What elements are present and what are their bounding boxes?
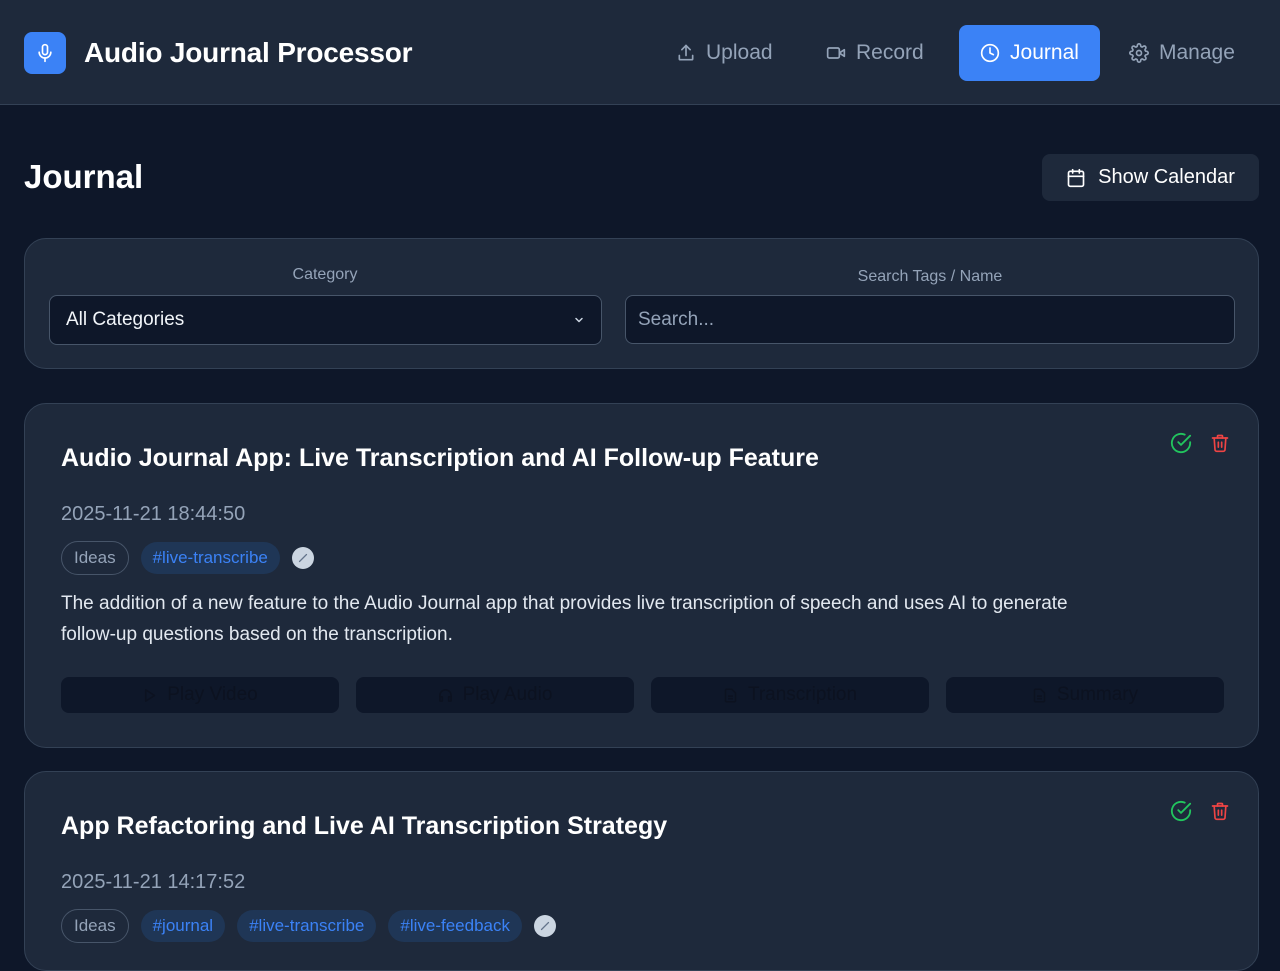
trash-icon	[1211, 434, 1229, 453]
gear-icon	[1129, 43, 1149, 63]
summary-label: Summary	[1056, 684, 1139, 705]
journal-entry-card: App Refactoring and Live AI Transcriptio…	[24, 771, 1259, 971]
category-select-value: All Categories	[66, 309, 185, 330]
pencil-icon	[540, 921, 550, 931]
edit-tags-button[interactable]	[533, 915, 556, 937]
document-icon	[1033, 687, 1046, 703]
nav-manage[interactable]: Manage	[1115, 25, 1249, 81]
nav-upload-label: Upload	[706, 41, 773, 64]
entry-tags: Ideas #journal #live-transcribe #live-fe…	[61, 909, 556, 943]
pencil-icon	[298, 553, 307, 563]
check-circle-icon	[1170, 800, 1192, 822]
tag-chip[interactable]: #live-feedback	[388, 910, 522, 942]
category-badge: Ideas	[61, 541, 129, 575]
play-video-label: Play Video	[167, 684, 258, 705]
entry-date: 2025-11-21 14:17:52	[61, 871, 246, 893]
mark-done-button[interactable]	[1170, 800, 1192, 822]
transcription-button[interactable]: Transcription	[651, 677, 929, 713]
category-select[interactable]: All Categories	[49, 295, 602, 345]
document-icon	[724, 687, 737, 703]
show-calendar-label: Show Calendar	[1098, 166, 1235, 188]
transcription-label: Transcription	[747, 684, 858, 705]
nav-journal-label: Journal	[1010, 41, 1079, 64]
nav-record-label: Record	[856, 41, 924, 64]
entry-actions: Play Video Play Audio Transcription Summ…	[61, 677, 1224, 713]
play-audio-button[interactable]: Play Audio	[356, 677, 634, 713]
category-badge: Ideas	[61, 909, 129, 943]
tag-chip[interactable]: #live-transcribe	[140, 542, 280, 574]
microphone-icon	[38, 43, 52, 63]
tag-chip[interactable]: #journal	[140, 910, 226, 942]
mark-done-button[interactable]	[1170, 432, 1192, 454]
entry-date: 2025-11-21 18:44:50	[61, 503, 246, 525]
entry-controls	[1170, 800, 1230, 822]
play-icon	[145, 688, 156, 702]
search-input[interactable]	[625, 295, 1235, 344]
summary-button[interactable]: Summary	[946, 677, 1224, 713]
tag-chip[interactable]: #live-transcribe	[237, 910, 377, 942]
entry-description: The addition of a new feature to the Aud…	[61, 593, 1068, 645]
play-video-button[interactable]: Play Video	[61, 677, 339, 713]
entry-controls	[1170, 432, 1230, 454]
trash-icon	[1211, 802, 1229, 821]
filter-panel: Category Search Tags / Name All Categori…	[24, 238, 1259, 369]
delete-entry-button[interactable]	[1210, 432, 1230, 454]
nav-manage-label: Manage	[1159, 41, 1235, 64]
calendar-icon	[1067, 168, 1085, 187]
play-audio-label: Play Audio	[462, 684, 553, 705]
video-camera-icon	[826, 47, 846, 59]
entry-title: App Refactoring and Live AI Transcriptio…	[61, 812, 668, 840]
search-label: Search Tags / Name	[857, 268, 1003, 285]
chevron-down-icon	[575, 317, 583, 323]
edit-tags-button[interactable]	[291, 547, 314, 569]
delete-entry-button[interactable]	[1210, 800, 1230, 822]
nav-journal[interactable]: Journal	[959, 25, 1100, 81]
check-circle-icon	[1170, 432, 1192, 454]
entry-title: Audio Journal App: Live Transcription an…	[61, 444, 819, 472]
nav-record[interactable]: Record	[812, 25, 938, 81]
category-label: Category	[292, 266, 358, 283]
headphones-icon	[438, 688, 452, 702]
entry-tags: Ideas #live-transcribe	[61, 541, 314, 575]
app-logo	[24, 32, 66, 74]
page-title: Journal	[24, 158, 144, 195]
clock-icon	[980, 43, 1000, 63]
nav-upload[interactable]: Upload	[662, 25, 787, 81]
app-title: Audio Journal Processor	[84, 37, 413, 68]
upload-icon	[678, 44, 694, 61]
journal-entry-card: Audio Journal App: Live Transcription an…	[24, 403, 1259, 748]
show-calendar-button[interactable]: Show Calendar	[1042, 154, 1259, 201]
app-header: Audio Journal Processor Upload Record Jo…	[0, 0, 1280, 105]
